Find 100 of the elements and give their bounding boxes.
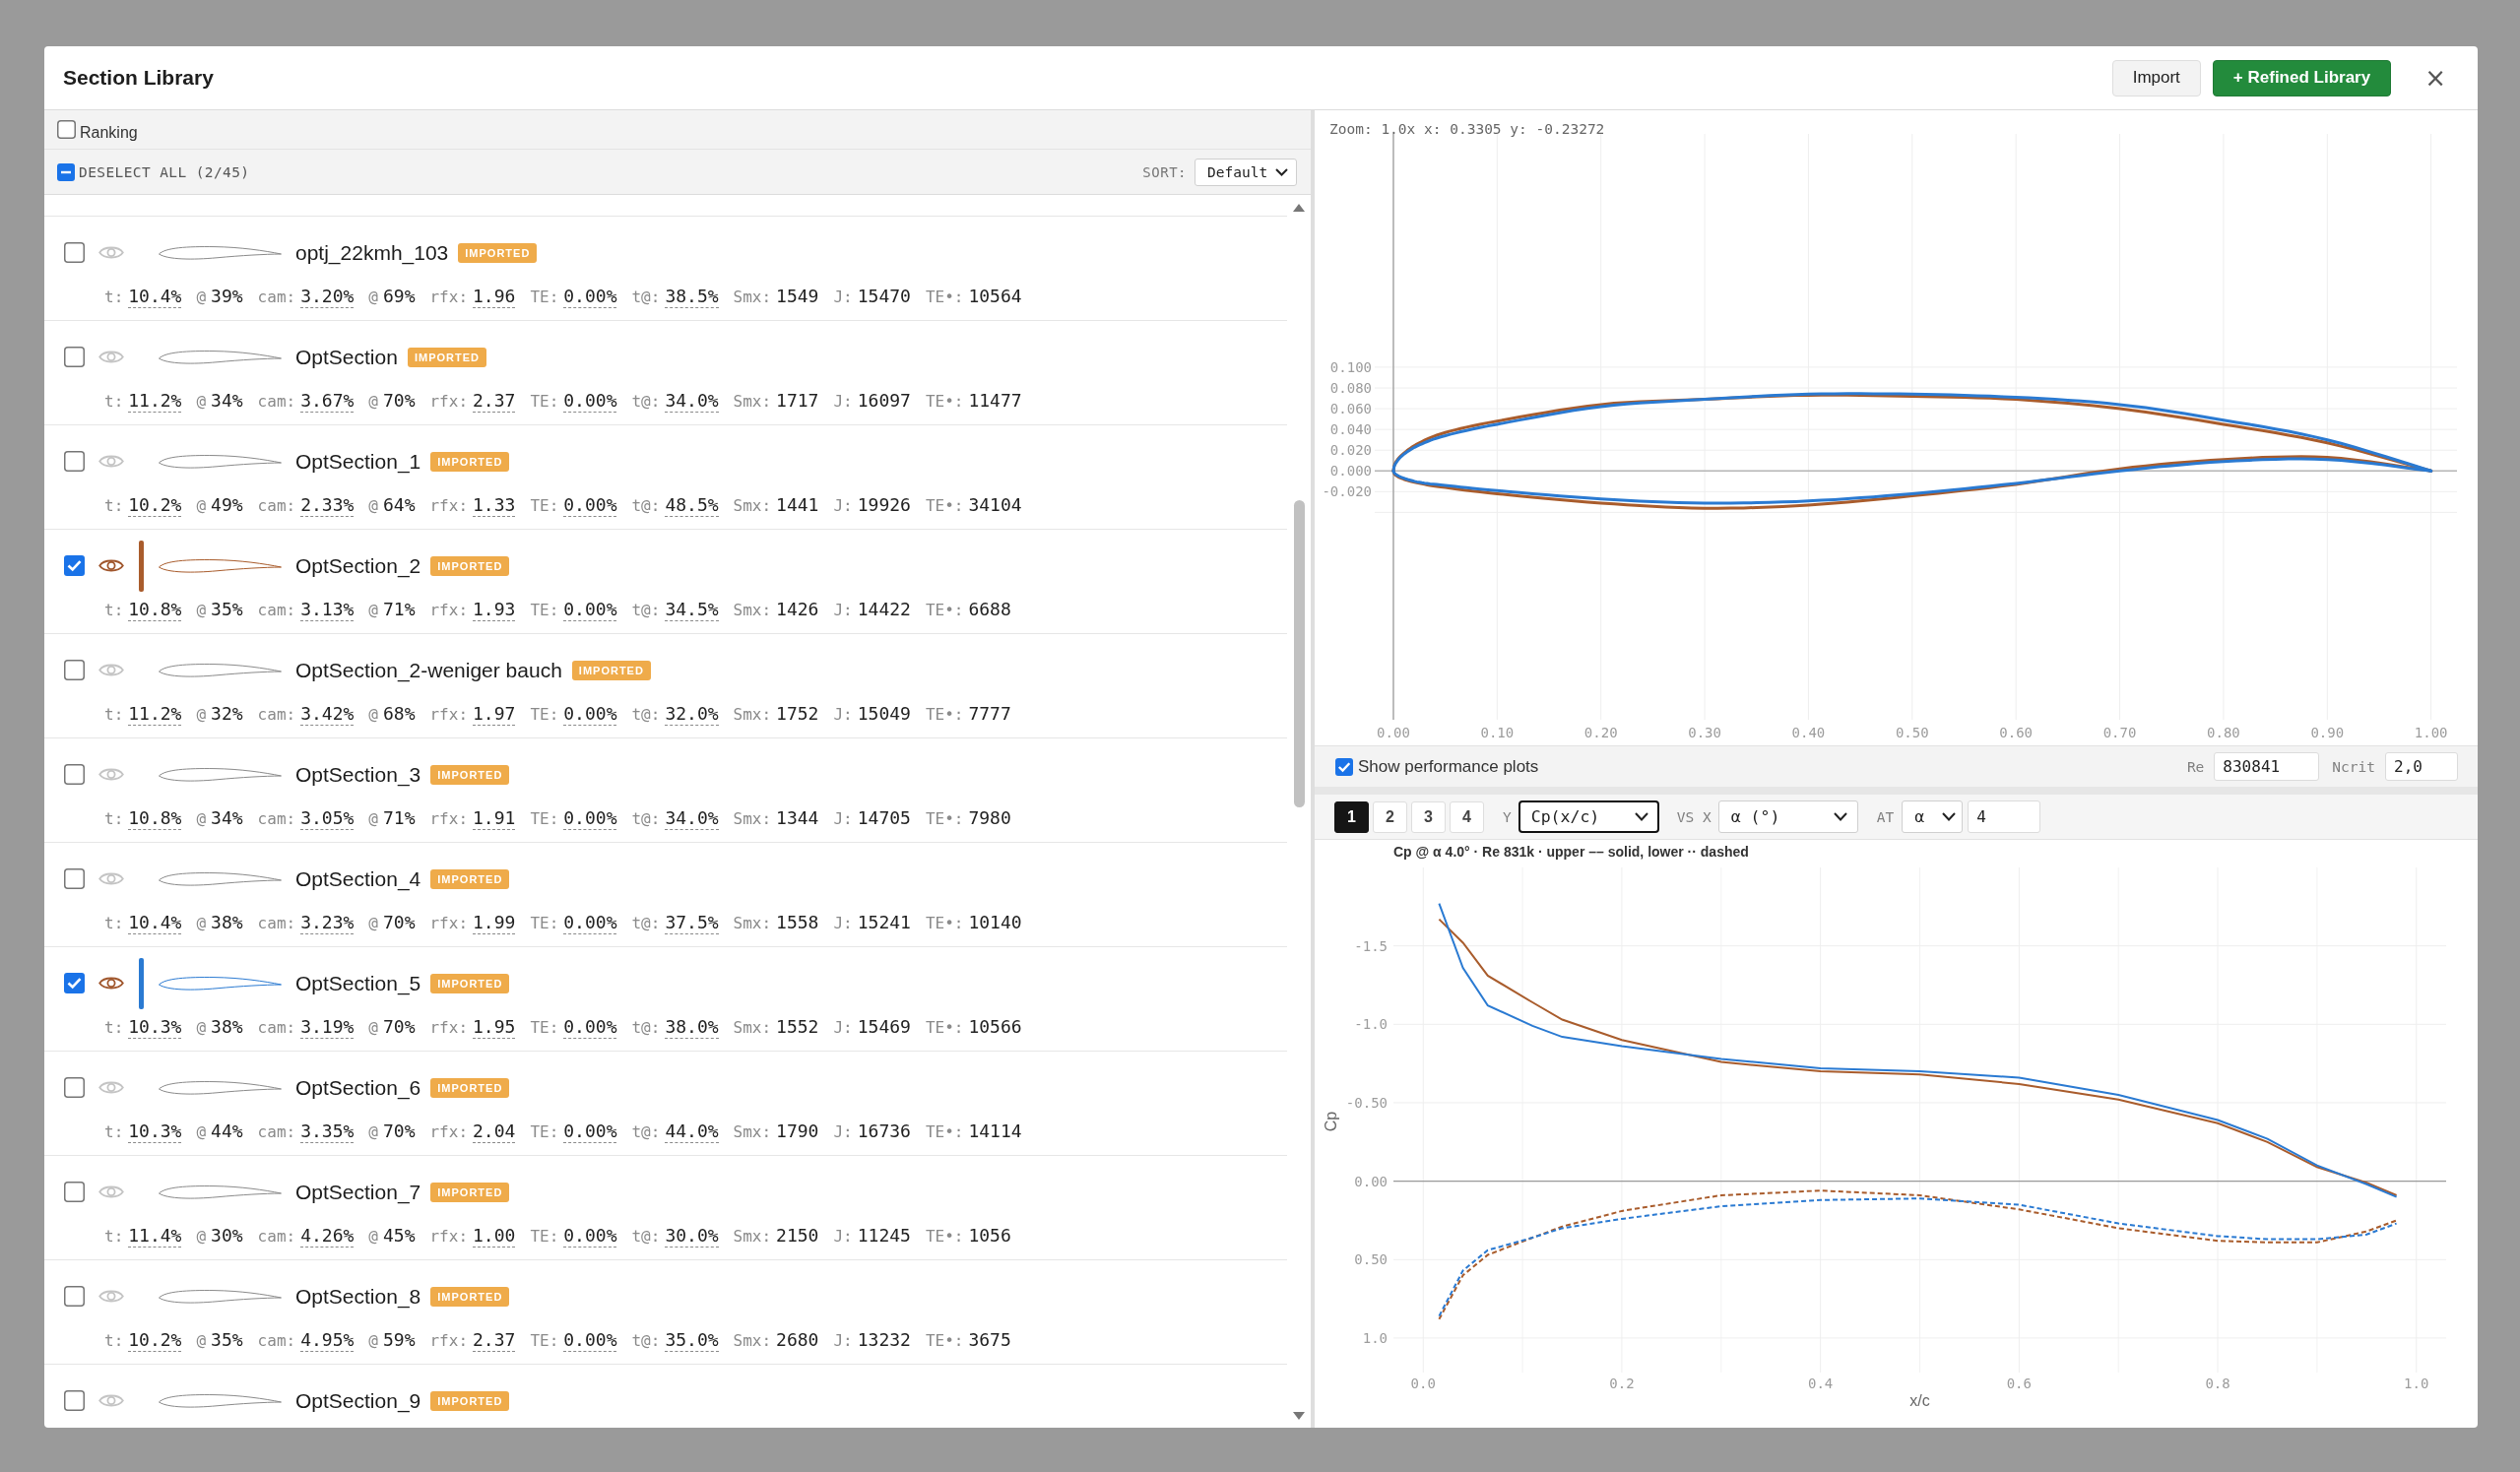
metric-label: t: — [104, 809, 124, 828]
imported-badge: IMPORTED — [430, 555, 510, 576]
metric-value: 2150 — [776, 1225, 819, 1248]
metric-label: @ — [368, 1227, 378, 1246]
metric-label: @ — [196, 496, 207, 515]
metric-label: t: — [104, 392, 124, 411]
metric-label: t@: — [631, 1122, 661, 1141]
imported-badge: IMPORTED — [430, 451, 510, 472]
metric-label: @ — [368, 601, 378, 619]
metric-label: TE•: — [925, 1122, 964, 1141]
x-tick-label: 0.10 — [1480, 725, 1515, 740]
metric-value: 1752 — [776, 703, 819, 726]
metric-label: Smx: — [733, 496, 772, 515]
sort-label: SORT: — [1142, 163, 1187, 180]
dialog-title: Section Library — [63, 66, 214, 90]
metric-value: 45% — [382, 1225, 416, 1248]
metric-label: TE: — [530, 392, 559, 411]
metric-value: 1.99 — [473, 912, 516, 934]
metric-label: TE: — [530, 914, 559, 932]
metric-value: 13232 — [857, 1329, 911, 1352]
metric-label: t@: — [631, 705, 661, 724]
metric-value: 1.95 — [473, 1016, 516, 1039]
metric-label: cam: — [257, 601, 296, 619]
metric-label: t: — [104, 288, 124, 306]
metric-label: cam: — [257, 288, 296, 306]
metric-value: 10.3% — [128, 1120, 182, 1143]
metric-label: @ — [368, 496, 378, 515]
metric-label: t: — [104, 705, 124, 724]
metric-value: 1441 — [776, 494, 819, 517]
metric-value: 0.00% — [563, 286, 617, 308]
metric-label: TE•: — [925, 914, 964, 932]
metric-value: 11.4% — [128, 1225, 182, 1248]
x-tick-label: 0.6 — [2006, 1376, 2032, 1391]
metric-value: 1.00 — [473, 1225, 516, 1248]
metric-label: J: — [833, 601, 853, 619]
x-tick-label: 0.8 — [2205, 1376, 2230, 1391]
y-tick-label: -1.0 — [1354, 1016, 1388, 1033]
x-tick-label: 0.40 — [1791, 725, 1826, 740]
metric-value: 16736 — [857, 1120, 911, 1143]
metric-value: 0.00% — [563, 1016, 617, 1039]
metric-label: @ — [196, 1122, 207, 1141]
metric-label: cam: — [257, 705, 296, 724]
x-tick-label: 0.70 — [2102, 725, 2137, 740]
metric-value: 1.97 — [473, 703, 516, 726]
metric-value: 0.00% — [563, 703, 617, 726]
x-tick-label: 0.30 — [1688, 725, 1721, 740]
metric-label: TE•: — [925, 1331, 964, 1350]
y-tick-label: -1.5 — [1354, 937, 1388, 954]
metric-label: @ — [196, 705, 207, 724]
metric-label: cam: — [257, 1227, 296, 1246]
metric-value: 10.4% — [128, 286, 182, 308]
metric-label: TE: — [530, 705, 559, 724]
metric-value: 11477 — [968, 390, 1022, 413]
metric-label: Smx: — [733, 914, 772, 932]
metric-value: 10.8% — [128, 807, 182, 830]
imported-badge: IMPORTED — [430, 764, 510, 785]
y-tick-label: 0.00 — [1354, 1173, 1388, 1189]
metric-label: rfx: — [429, 1122, 468, 1141]
metric-value: 1549 — [776, 286, 819, 308]
x-axis-label: VS X — [1676, 808, 1712, 825]
metric-value: 1344 — [776, 807, 819, 830]
metric-label: Smx: — [733, 1122, 772, 1141]
metric-value: 19926 — [857, 494, 911, 517]
metric-value: 0.00% — [563, 1120, 617, 1143]
metric-label: Smx: — [733, 288, 772, 306]
x-tick-label: 0.80 — [2207, 725, 2240, 740]
metric-value: 0.00% — [563, 599, 617, 621]
metric-value: 14114 — [968, 1120, 1022, 1143]
metric-label: t@: — [631, 496, 661, 515]
x-tick-label: 0.90 — [2310, 725, 2345, 740]
metric-value: 10.2% — [128, 1329, 182, 1352]
metric-value: 30.0% — [665, 1225, 719, 1248]
y-tick-label: 0.080 — [1329, 380, 1372, 396]
x-tick-label: 0.60 — [1999, 725, 2034, 740]
metric-label: @ — [368, 914, 378, 932]
metric-value: 11.2% — [128, 390, 182, 413]
metric-label: cam: — [257, 392, 296, 411]
y-tick-label: -0.50 — [1345, 1095, 1388, 1111]
x-tick-label: 1.0 — [2404, 1376, 2429, 1391]
metric-label: @ — [196, 392, 207, 411]
metric-label: Smx: — [733, 392, 772, 411]
metric-value: 0.00% — [563, 1329, 617, 1352]
x-tick-label: 1.00 — [2414, 725, 2448, 740]
metric-value: 11.2% — [128, 703, 182, 726]
metric-label: t: — [104, 1018, 124, 1037]
metric-value: 1790 — [776, 1120, 819, 1143]
metric-value: 10.8% — [128, 599, 182, 621]
metric-value: 34.0% — [665, 390, 719, 413]
chart-title: Cp @ α 4.0° · Re 831k · upper –– solid, lower ·· dashed — [1393, 844, 1749, 860]
metric-label: t: — [104, 914, 124, 932]
metric-value: 70% — [382, 912, 416, 934]
imported-badge: IMPORTED — [458, 242, 538, 263]
y-tick-label: 0.50 — [1354, 1251, 1388, 1268]
metric-value: 2.33% — [300, 494, 355, 517]
metric-label: TE•: — [925, 392, 964, 411]
y-tick-label: 0.100 — [1329, 358, 1372, 375]
y-axis-label: Y — [1503, 808, 1512, 825]
metric-value: 32% — [211, 703, 243, 726]
metric-value: 1.33 — [473, 494, 516, 517]
metric-label: @ — [368, 1018, 378, 1037]
